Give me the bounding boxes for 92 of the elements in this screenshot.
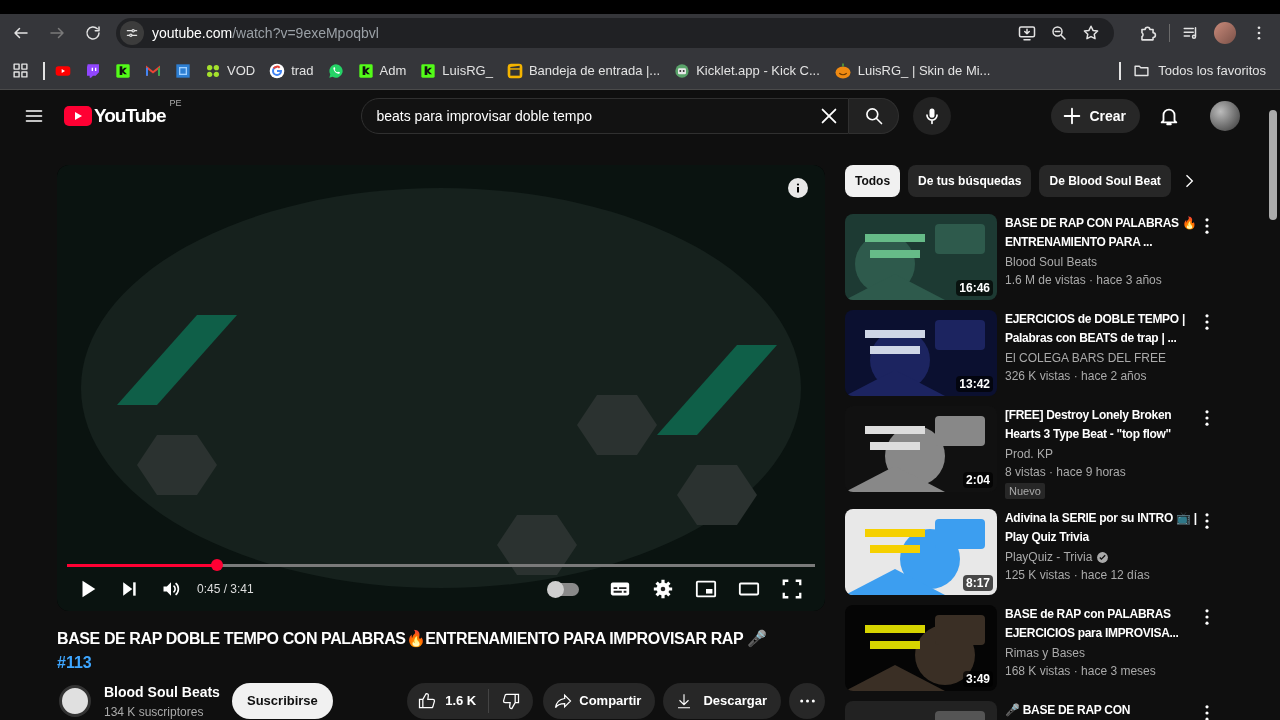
more-horizontal-icon	[799, 699, 815, 703]
video-duration: 8:17	[962, 575, 993, 591]
google-logo-icon	[269, 62, 286, 79]
kebab-menu-icon	[1205, 609, 1209, 625]
kebab-menu-icon	[1205, 513, 1209, 529]
square-logo-icon	[115, 62, 131, 79]
bookmark[interactable]	[85, 62, 101, 79]
settings-icon[interactable]	[652, 578, 674, 600]
kebab-menu-icon	[1205, 705, 1209, 720]
related-video-title[interactable]: Adivina la SERIE por su INTRO 📺 | Play Quiz Trivia	[1005, 509, 1199, 547]
clapperboard-icon	[506, 62, 523, 79]
pumpkin-icon	[833, 61, 852, 80]
search-button[interactable]	[849, 98, 900, 134]
create-button[interactable]: Crear	[1051, 99, 1140, 133]
filter-chip[interactable]: De Blood Soul Beat	[1039, 165, 1171, 197]
filter-chip[interactable]: Todos	[845, 165, 901, 197]
related-video-title[interactable]: [FREE] Destroy Lonely Broken Hearts 3 Type Beat - "top flow"	[1005, 406, 1199, 444]
search-icon	[863, 106, 884, 126]
subscribe-button[interactable]: Suscribirse	[232, 683, 333, 719]
profile-avatar[interactable]	[1214, 22, 1236, 44]
play-logo-icon	[64, 106, 92, 126]
reload-icon	[84, 24, 102, 42]
channel-name[interactable]: Blood Soul Beats	[104, 681, 220, 703]
share-button[interactable]: Compartir	[543, 683, 656, 719]
video-stats: 1.6 M de vistas · hace 3 años	[1005, 272, 1163, 289]
time-display: 0:45 / 3:41	[197, 581, 254, 598]
new-badge: Nuevo	[1005, 483, 1045, 499]
kebab-menu-icon	[1205, 314, 1209, 330]
zoom-out-icon[interactable]	[1050, 24, 1069, 42]
voice-search-button[interactable]	[913, 97, 952, 135]
apps-grid-icon[interactable]	[12, 62, 29, 79]
bookmark[interactable]: LuisRG_ | Skin de Mi...	[833, 60, 991, 81]
video-stats: 326 K vistas · hace 2 años	[1005, 368, 1148, 385]
kebab-menu-icon	[1205, 410, 1209, 426]
bookmark[interactable]	[175, 62, 191, 79]
tune-icon	[125, 26, 139, 40]
miniplayer-icon[interactable]	[695, 578, 717, 600]
channel-name[interactable]: Blood Soul Beats	[1005, 253, 1098, 271]
puzzle-piece-icon[interactable]	[1138, 23, 1158, 43]
channel-name[interactable]: PlayQuiz - Trivia	[1005, 548, 1093, 566]
bookmark[interactable]: VOD	[205, 60, 256, 81]
thumbs-down-icon	[501, 691, 522, 711]
video-duration: 2:04	[962, 472, 993, 488]
all-bookmarks-folder[interactable]: Todos los favoritos	[1133, 60, 1266, 81]
kebab-menu-icon	[1205, 218, 1209, 234]
robot-face-icon	[674, 62, 691, 79]
phone-bubble-icon	[327, 62, 344, 79]
more-actions-button[interactable]	[789, 683, 825, 719]
chat-logo-icon	[85, 62, 101, 79]
fullscreen-icon[interactable]	[781, 578, 803, 600]
bookmark[interactable]: LuisRG_	[420, 60, 493, 81]
autoplay-toggle[interactable]	[549, 582, 579, 596]
search-field[interactable]: beats para improvisar doble tempo	[361, 98, 850, 134]
video-title: BASE DE RAP DOBLE TEMPO CON PALABRAS🔥ENTRENAMIENTO PARA IMPROVISAR RAP 🎤	[57, 629, 768, 649]
thumbs-up-icon	[417, 691, 438, 711]
bookmark[interactable]	[327, 62, 344, 79]
channel-name[interactable]: Prod. KP	[1005, 445, 1054, 463]
channel-name[interactable]: El COLEGA BARS DEL FREE	[1005, 349, 1166, 367]
filter-chip[interactable]: De tus búsquedas	[908, 165, 1032, 197]
star-icon[interactable]	[1082, 24, 1101, 42]
square-logo-icon	[420, 62, 437, 79]
address-bar[interactable]: youtube.com/watch?v=9exeMpoqbvl	[116, 18, 1115, 48]
video-stats: 168 K vistas · hace 3 meses	[1005, 663, 1157, 680]
channel-avatar[interactable]	[59, 685, 91, 717]
flower-logo-icon	[205, 62, 221, 79]
download-button[interactable]: Descargar	[663, 683, 781, 719]
square-logo-icon	[357, 62, 374, 79]
video-stats: 8 vistas · hace 9 horas	[1005, 464, 1127, 481]
hashtag-link[interactable]: #113	[57, 651, 92, 675]
install-app-icon[interactable]	[1018, 24, 1037, 42]
reload-button[interactable]	[84, 24, 102, 42]
channel-avatar[interactable]	[1210, 101, 1240, 131]
video-duration: 3:49	[962, 671, 993, 687]
bookmark[interactable]	[115, 62, 131, 79]
video-stats: 125 K vistas · hace 12 días	[1005, 567, 1151, 584]
site-info-button[interactable]	[120, 21, 144, 45]
progress-track[interactable]	[67, 563, 815, 567]
channel-name[interactable]: Rimas y Bases	[1005, 644, 1086, 662]
related-video-title[interactable]: BASE de RAP con PALABRAS EJERCICIOS para IMPROVISA...	[1005, 605, 1199, 643]
related-video-title[interactable]: EJERCICIOS de DOBLE TEMPO | Palabras con BEATS de trap | ...	[1005, 310, 1199, 348]
bookmark[interactable]: Bandeja de entrada |...	[506, 60, 661, 81]
video-duration: 16:46	[956, 280, 993, 296]
video-duration: 13:42	[956, 376, 993, 392]
bookmark[interactable]: Kicklet.app - Kick C...	[674, 60, 820, 81]
share-arrow-icon	[553, 691, 574, 711]
subscriber-count: 134 K suscriptores	[104, 704, 205, 720]
bookmark[interactable]: Adm	[357, 60, 407, 81]
related-video-title[interactable]: 🎤 BASE DE RAP CON	[1005, 701, 1199, 720]
related-video-title[interactable]: BASE DE RAP CON PALABRAS 🔥ENTRENAMIENTO PARA ...	[1005, 214, 1199, 252]
bookmark[interactable]: trad	[269, 60, 314, 81]
url-text: youtube.com/watch?v=9exeMpoqbvl	[152, 23, 379, 43]
frame-logo-icon	[175, 62, 191, 79]
